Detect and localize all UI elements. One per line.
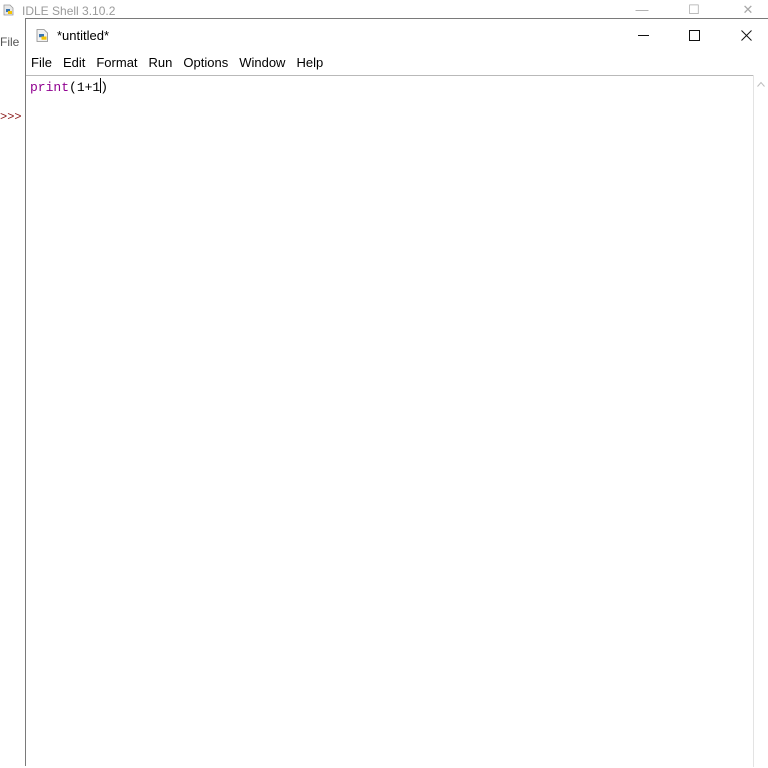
python-icon (35, 28, 50, 43)
menu-help[interactable]: Help (290, 53, 328, 73)
maximize-icon (689, 30, 700, 41)
shell-menu-file[interactable]: File (0, 35, 19, 49)
editor-titlebar[interactable]: *untitled* (26, 19, 768, 51)
menu-run[interactable]: Run (143, 53, 178, 73)
close-button[interactable] (723, 19, 768, 51)
python-icon (2, 3, 16, 17)
vertical-scrollbar[interactable] (753, 75, 768, 767)
menubar: File Edit Format Run Options Window Help (26, 53, 328, 73)
menu-edit[interactable]: Edit (57, 53, 90, 73)
menu-window[interactable]: Window (233, 53, 290, 73)
editor-window: *untitled* File Edit Format Run Options … (25, 18, 768, 766)
menu-format[interactable]: Format (90, 53, 142, 73)
minimize-icon (638, 30, 649, 41)
code-closing-paren: ) (100, 80, 108, 95)
code-line[interactable]: print(1+1) (30, 78, 108, 95)
shell-window-title: IDLE Shell 3.10.2 (22, 4, 115, 18)
shell-prompt: >>> (0, 110, 22, 124)
code-editor-area[interactable]: print(1+1) (26, 75, 754, 768)
shell-maximize-button[interactable]: ☐ (674, 2, 714, 18)
close-icon (741, 30, 752, 41)
menu-options[interactable]: Options (177, 53, 233, 73)
minimize-button[interactable] (620, 19, 666, 51)
shell-minimize-button[interactable]: — (622, 2, 662, 18)
scroll-up-arrow-icon[interactable] (757, 81, 765, 87)
shell-titlebar[interactable]: IDLE Shell 3.10.2 — ☐ ✕ (0, 0, 768, 20)
code-args: (1+1 (69, 80, 100, 95)
maximize-button[interactable] (671, 19, 717, 51)
menu-file[interactable]: File (26, 53, 57, 73)
builtin-keyword: print (30, 80, 69, 95)
editor-window-title: *untitled* (57, 28, 109, 43)
shell-close-button[interactable]: ✕ (728, 2, 768, 18)
